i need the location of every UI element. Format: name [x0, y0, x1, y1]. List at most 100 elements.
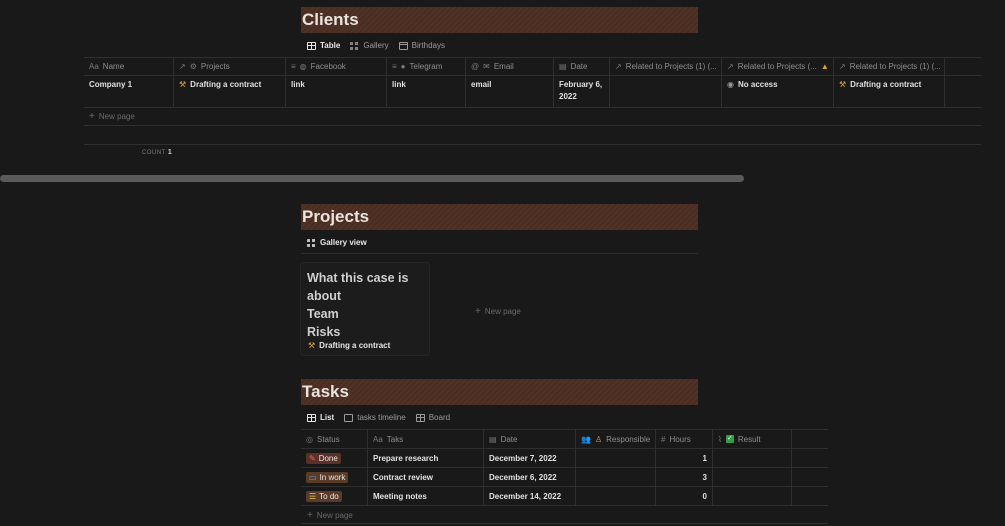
- cell-hours[interactable]: 0: [656, 487, 713, 505]
- tab-gallery-view[interactable]: Gallery view: [307, 238, 367, 247]
- cell-hours[interactable]: 1: [656, 449, 713, 467]
- projects-new-page-button[interactable]: + New page: [475, 306, 521, 317]
- cell-status[interactable]: ▭ In work: [301, 468, 368, 486]
- col-related-3[interactable]: ↗ Related to Projects (1) (...: [834, 58, 945, 75]
- cell-date[interactable]: February 6, 2022: [554, 76, 610, 107]
- col-result[interactable]: ⌇ ✓ Result: [713, 430, 792, 448]
- col-date[interactable]: ▤ Date: [554, 58, 610, 75]
- cell-responsible[interactable]: [576, 468, 656, 486]
- status-icon: ◎: [306, 434, 313, 444]
- clients-title: Clients: [301, 7, 698, 33]
- number-icon: #: [661, 434, 666, 444]
- col-add[interactable]: [945, 58, 981, 75]
- col-facebook[interactable]: ≡ ◍ Facebook: [286, 58, 387, 75]
- tab-board[interactable]: Board: [415, 413, 450, 422]
- eye-icon: ◉: [727, 80, 734, 89]
- laptop-icon: ▭: [309, 472, 317, 482]
- tab-birthdays[interactable]: Birthdays: [398, 41, 445, 50]
- table-row[interactable]: ▭ In work Contract review December 6, 202…: [301, 468, 828, 487]
- col-telegram[interactable]: ≡ ● Telegram: [387, 58, 466, 75]
- cell-result[interactable]: [713, 487, 792, 505]
- cell-empty: [945, 76, 981, 107]
- col-projects[interactable]: ↗ ⚙ Projects: [174, 58, 286, 75]
- cell-hours[interactable]: 3: [656, 468, 713, 486]
- cell-task[interactable]: Prepare research: [368, 449, 484, 467]
- table-row[interactable]: Company 1 ⚒ Drafting a contract link link…: [84, 76, 981, 108]
- at-icon: @: [471, 62, 480, 71]
- cell-email[interactable]: email: [466, 76, 554, 107]
- col-name[interactable]: Aa Name: [84, 58, 174, 75]
- count-footer: COUNT 1: [142, 149, 173, 156]
- chat-bubble-icon: ●: [400, 62, 406, 71]
- text-type-icon: Aa: [373, 434, 383, 444]
- relation-arrow-icon: ↗: [727, 62, 734, 71]
- tasks-title: Tasks: [301, 379, 698, 405]
- card-preview: What this case is about Team Risks: [307, 271, 409, 337]
- cell-telegram[interactable]: link: [387, 76, 466, 107]
- globe-icon: ◍: [299, 62, 307, 71]
- cell-projects[interactable]: ⚒ Drafting a contract: [174, 76, 286, 107]
- plus-icon: +: [89, 111, 95, 122]
- col-related-1[interactable]: ↗ Related to Projects (1) (...: [610, 58, 722, 75]
- plus-icon: +: [307, 510, 313, 521]
- col-add[interactable]: [792, 430, 828, 448]
- tools-icon: ⚒: [179, 80, 187, 89]
- text-lines-icon: ≡: [291, 62, 296, 71]
- clients-table: Aa Name ↗ ⚙ Projects ≡ ◍ Facebook ≡ ● Telegram …: [84, 57, 981, 108]
- table-row[interactable]: ☰ To do Meeting notes December 14, 2022 0: [301, 487, 828, 506]
- col-hours[interactable]: # Hours: [656, 430, 713, 448]
- cell-empty: [792, 468, 828, 486]
- calendar-icon: ▤: [559, 62, 567, 71]
- cell-responsible[interactable]: [576, 487, 656, 505]
- cell-related-1[interactable]: [610, 76, 722, 107]
- col-email[interactable]: @ ✉ Email: [466, 58, 554, 75]
- cell-result[interactable]: [713, 468, 792, 486]
- envelope-icon: ✉: [483, 62, 490, 71]
- cell-facebook[interactable]: link: [286, 76, 387, 107]
- col-date[interactable]: ▤ Date: [484, 430, 576, 448]
- paperclip-icon: ⌇: [718, 434, 722, 444]
- col-taks[interactable]: Aa Taks: [368, 430, 484, 448]
- table-icon: [307, 41, 316, 50]
- tab-tasks-timeline[interactable]: tasks timeline: [344, 413, 406, 422]
- status-badge: ✎ Done: [306, 452, 341, 464]
- horizontal-scrollbar[interactable]: [0, 175, 744, 182]
- timeline-icon: [344, 413, 354, 422]
- list-icon: ☰: [309, 491, 317, 501]
- cell-responsible[interactable]: [576, 449, 656, 467]
- tasks-view-tabs: List tasks timeline Board: [307, 413, 450, 422]
- cell-related-3[interactable]: ⚒ Drafting a contract: [834, 76, 945, 107]
- table-row[interactable]: ✎ Done Prepare research December 7, 2022 …: [301, 449, 828, 468]
- tab-list[interactable]: List: [307, 413, 334, 422]
- text-lines-icon: ≡: [392, 62, 397, 71]
- cell-result[interactable]: [713, 449, 792, 467]
- cell-date[interactable]: December 7, 2022: [484, 449, 576, 467]
- projects-title: Projects: [301, 204, 698, 230]
- col-status[interactable]: ◎ Status: [301, 430, 368, 448]
- board-icon: [415, 413, 425, 422]
- gallery-icon: [350, 41, 360, 50]
- clients-view-tabs: Table Gallery Birthdays: [307, 41, 445, 50]
- cell-date[interactable]: December 6, 2022: [484, 468, 576, 486]
- done-icon: ✎: [309, 453, 316, 463]
- gallery-card[interactable]: What this case is about Team Risks ⚒ Draf…: [301, 263, 429, 355]
- cell-task[interactable]: Contract review: [368, 468, 484, 486]
- text-type-icon: Aa: [89, 62, 99, 71]
- col-responsible[interactable]: 👥 ♙ Responsible: [576, 430, 656, 448]
- cell-task[interactable]: Meeting notes: [368, 487, 484, 505]
- cell-date[interactable]: December 14, 2022: [484, 487, 576, 505]
- divider: [84, 125, 981, 126]
- cell-name[interactable]: Company 1: [84, 76, 174, 107]
- tab-gallery[interactable]: Gallery: [350, 41, 389, 50]
- divider: [301, 523, 828, 524]
- clients-new-page-button[interactable]: + New page: [89, 111, 135, 122]
- cell-empty: [792, 487, 828, 505]
- cell-status[interactable]: ✎ Done: [301, 449, 368, 467]
- tasks-new-page-button[interactable]: + New page: [307, 510, 353, 521]
- cell-status[interactable]: ☰ To do: [301, 487, 368, 505]
- table-icon: [307, 413, 316, 422]
- tools-icon: ⚒: [839, 80, 847, 89]
- tab-table[interactable]: Table: [307, 41, 340, 50]
- col-related-2[interactable]: ↗ Related to Projects (... ▲: [722, 58, 834, 75]
- cell-related-2[interactable]: ◉ No access: [722, 76, 834, 107]
